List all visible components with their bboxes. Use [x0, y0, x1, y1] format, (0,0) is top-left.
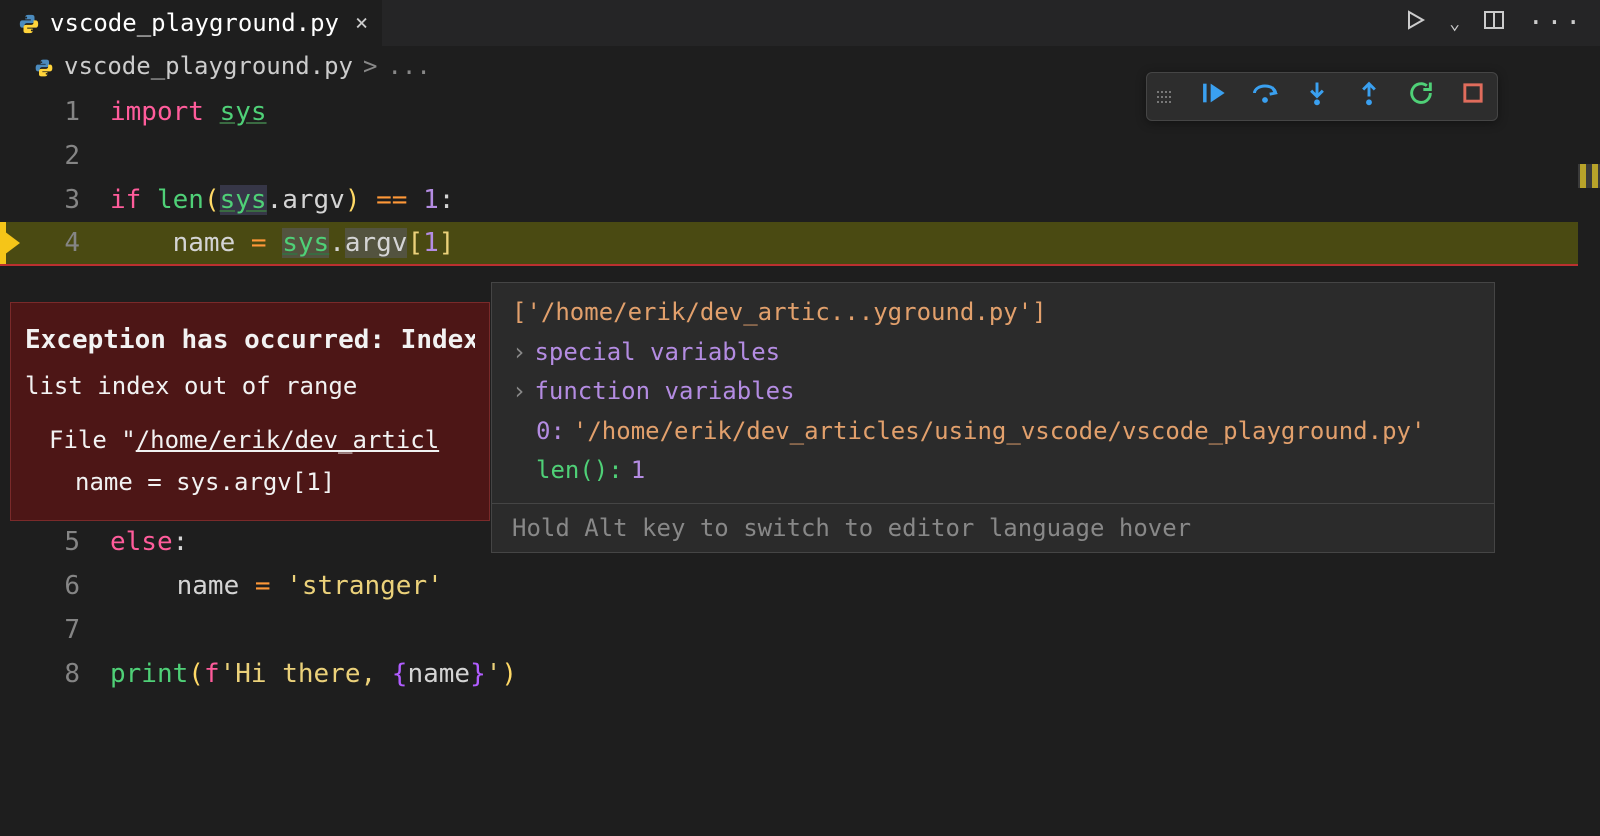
continue-icon[interactable] [1199, 79, 1227, 114]
exception-message: list index out of range [25, 368, 475, 404]
exception-file-line: File "/home/erik/dev_articl [25, 422, 475, 458]
hover-footer-hint: Hold Alt key to switch to editor languag… [492, 503, 1494, 552]
run-icon[interactable] [1403, 8, 1427, 39]
current-execution-marker-icon [4, 231, 20, 255]
exception-popup[interactable]: Exception has occurred: IndexE list inde… [10, 302, 490, 521]
line-number: 7 [0, 615, 110, 645]
code-line: 6 name = 'stranger' [0, 564, 1600, 608]
scroll-current-marker [1592, 164, 1598, 188]
hover-special-variables[interactable]: › special variables [512, 333, 1474, 373]
line-number: 8 [0, 659, 110, 689]
line-number: 1 [0, 97, 110, 127]
exception-title: Exception has occurred: IndexE [25, 321, 475, 360]
hover-function-variables[interactable]: › function variables [512, 372, 1474, 412]
exception-code-line: name = sys.argv[1] [25, 464, 475, 500]
tab-actions: ⌄ ··· [1403, 8, 1584, 39]
line-number: 6 [0, 571, 110, 601]
hover-len[interactable]: len(): 1 [512, 451, 1474, 491]
line-number: 5 [0, 527, 110, 557]
step-out-icon[interactable] [1355, 79, 1383, 114]
code-line: 2 [0, 134, 1600, 178]
code-line-breakpoint: 4 name = sys.argv[1] [0, 222, 1600, 266]
python-file-icon [34, 56, 54, 76]
restart-icon[interactable] [1407, 79, 1435, 114]
breadcrumb-separator: > [363, 52, 377, 80]
stop-icon[interactable] [1459, 79, 1487, 114]
python-file-icon [18, 12, 40, 34]
chevron-right-icon: › [512, 372, 526, 412]
split-editor-icon[interactable] [1482, 8, 1506, 39]
debug-toolbar[interactable] [1146, 72, 1498, 121]
step-into-icon[interactable] [1303, 79, 1331, 114]
line-number: 2 [0, 141, 110, 171]
hover-header: ['/home/erik/dev_artic...yground.py'] [512, 293, 1474, 333]
chevron-right-icon: › [512, 333, 526, 373]
drag-handle-icon[interactable] [1157, 91, 1171, 103]
line-number: 3 [0, 185, 110, 215]
code-line: 8 print(f'Hi there, {name}') [0, 652, 1600, 696]
tab-active[interactable]: vscode_playground.py × [0, 0, 382, 46]
close-icon[interactable]: × [355, 11, 368, 36]
code-line: 7 [0, 608, 1600, 652]
scroll-current-marker [1580, 164, 1586, 188]
breadcrumb-more: ... [387, 52, 430, 80]
tab-filename: vscode_playground.py [50, 9, 339, 37]
tab-bar: vscode_playground.py × ⌄ ··· [0, 0, 1600, 46]
more-icon[interactable]: ··· [1528, 8, 1584, 38]
code-line: 3 if len(sys.argv) == 1: [0, 178, 1600, 222]
debug-hover-panel[interactable]: ['/home/erik/dev_artic...yground.py'] › … [491, 282, 1495, 553]
chevron-down-icon[interactable]: ⌄ [1449, 13, 1460, 34]
step-over-icon[interactable] [1251, 79, 1279, 114]
editor-scrollbar[interactable] [1578, 46, 1600, 836]
hover-index-0[interactable]: 0: '/home/erik/dev_articles/using_vscode… [512, 412, 1474, 452]
breadcrumb-file: vscode_playground.py [64, 52, 353, 80]
